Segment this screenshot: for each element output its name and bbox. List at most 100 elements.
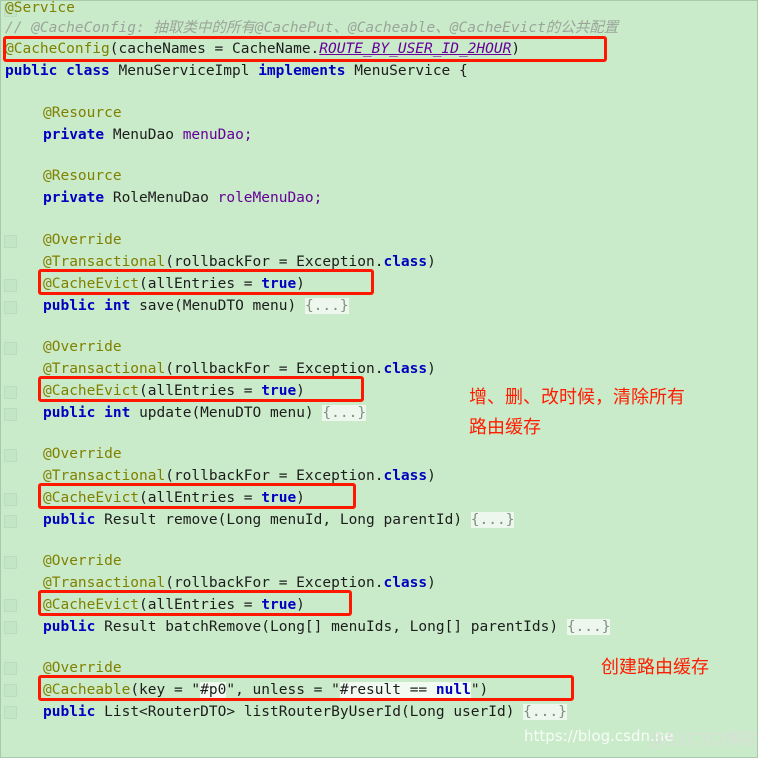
keyword-class-ref: class [383,254,428,270]
transactional-args-prefix: (rollbackFor = Exception. [165,468,384,484]
annotation-transactional: @Transactional [43,468,166,484]
annotation-transactional: @Transactional [43,254,166,270]
annotation-note-evict-line1: 增、删、改时候，清除所有 [469,387,685,408]
code-line-transactional-annotation[interactable]: @Transactional(rollbackFor = Exception.c… [1,465,436,487]
transactional-args-suffix: ) [427,575,436,591]
keyword-class-ref: class [383,468,428,484]
code-line-method-update[interactable]: public int update(MenuDTO menu) {...} [1,402,367,424]
annotation-cacheconfig: @CacheConfig [5,41,110,57]
cacheconfig-args-prefix: (cacheNames = CacheName. [109,41,320,57]
cacheevict-args-suffix: ) [296,597,305,613]
code-line-cacheevict-annotation[interactable]: @CacheEvict(allEntries = true) [1,273,305,295]
annotation-resource: @Resource [43,105,122,121]
code-line-method-listrouter[interactable]: public List<RouterDTO> listRouterByUserI… [1,701,567,723]
code-line-comment[interactable]: // @CacheConfig: 抽取类中的所有@CachePut、@Cache… [1,17,618,39]
code-line-resource-annotation-1[interactable]: @Resource [1,102,122,124]
field-menudao: menuDao; [182,127,253,143]
keyword-class-ref: class [383,361,428,377]
method-signature-listrouter: listRouterByUserId(Long userId) [243,704,515,720]
boolean-true: true [261,490,297,506]
annotation-cacheevict: @CacheEvict [43,383,140,399]
keyword-int: int [104,405,131,421]
folded-body-icon[interactable]: {...} [304,298,349,314]
cacheevict-args-suffix: ) [296,276,305,292]
transactional-args-prefix: (rollbackFor = Exception. [165,575,384,591]
code-line-override-annotation[interactable]: @Override [1,443,122,465]
code-line-field-menudao[interactable]: private MenuDao menuDao; [1,124,253,146]
type-rolemenudao: RoleMenuDao [112,190,209,206]
code-line-cacheevict-annotation[interactable]: @CacheEvict(allEntries = true) [1,380,305,402]
keyword-int: int [104,298,131,314]
transactional-args-suffix: ) [427,468,436,484]
cacheconfig-args-suffix: ) [511,41,521,57]
keyword-implements: implements [258,63,346,79]
annotation-override: @Override [43,232,122,248]
cacheevict-args-prefix: (allEntries = [139,597,262,613]
type-menudao: MenuDao [112,127,174,143]
code-line-transactional-annotation[interactable]: @Transactional(rollbackFor = Exception.c… [1,572,436,594]
transactional-args-suffix: ) [427,254,436,270]
keyword-public: public [5,63,58,79]
code-line-override-annotation[interactable]: @Override [1,550,122,572]
code-line-override-annotation[interactable]: @Override [1,657,122,679]
folded-body-icon[interactable]: {...} [470,512,515,528]
code-line-transactional-annotation[interactable]: @Transactional(rollbackFor = Exception.c… [1,251,436,273]
code-line-class-declaration[interactable]: public class MenuServiceImpl implements … [1,60,468,82]
folded-body-icon[interactable]: {...} [523,704,567,720]
code-line-field-rolemenudao[interactable]: private RoleMenuDao roleMenuDao; [1,187,322,209]
code-line-method-remove[interactable]: public Result remove(Long menuId, Long p… [1,509,515,531]
transactional-args-prefix: (rollbackFor = Exception. [165,361,384,377]
class-name: MenuServiceImpl [118,63,250,79]
cacheevict-args-prefix: (allEntries = [139,276,262,292]
folded-body-icon[interactable]: {...} [322,405,367,421]
code-line-cacheevict-annotation[interactable]: @CacheEvict(allEntries = true) [1,594,305,616]
method-signature-save: save(MenuDTO menu) [139,298,297,314]
cacheevict-args-suffix: ) [296,383,305,399]
transactional-args-suffix: ) [427,361,436,377]
boolean-true: true [261,276,297,292]
code-line-override-annotation[interactable]: @Override [1,336,122,358]
type-list-routerdto: List<RouterDTO> [104,704,236,720]
cacheable-suffix: ") [470,682,489,698]
boolean-true: true [261,597,297,613]
cacheable-middle: ", unless = " [226,682,340,698]
code-line-method-batchremove[interactable]: public Result batchRemove(Long[] menuIds… [1,616,611,638]
code-line-method-save[interactable]: public int save(MenuDTO menu) {...} [1,295,349,317]
comment-text: // @CacheConfig: 抽取类中的所有@CachePut、@Cache… [5,20,619,36]
keyword-public: public [43,512,96,528]
folded-body-icon[interactable]: {...} [566,619,611,635]
annotation-transactional: @Transactional [43,361,166,377]
annotation-cacheevict: @CacheEvict [43,490,140,506]
annotation-override: @Override [43,446,122,462]
type-result: Result [104,619,157,635]
cacheevict-args-suffix: ) [296,490,305,506]
type-result: Result [104,512,157,528]
keyword-public: public [43,619,96,635]
code-line-override-annotation[interactable]: @Override [1,229,122,251]
annotation-cacheable: @Cacheable [43,682,131,698]
spel-expression-key: #p0 [200,682,227,698]
spel-expression-result: #result == [339,682,436,698]
keyword-public: public [43,298,96,314]
code-editor[interactable]: @Service // @CacheConfig: 抽取类中的所有@CacheP… [0,0,758,758]
code-line-cacheevict-annotation[interactable]: @CacheEvict(allEntries = true) [1,487,305,509]
code-line-resource-annotation-2[interactable]: @Resource [1,165,122,187]
code-line-cacheconfig[interactable]: @CacheConfig(cacheNames = CacheName.ROUT… [1,38,520,60]
field-rolemenudao: roleMenuDao; [217,190,323,206]
code-line-transactional-annotation[interactable]: @Transactional(rollbackFor = Exception.c… [1,358,436,380]
annotation-override: @Override [43,339,122,355]
code-line-cacheable-annotation[interactable]: @Cacheable(key = "#p0", unless = "#resul… [1,679,488,701]
annotation-transactional: @Transactional [43,575,166,591]
